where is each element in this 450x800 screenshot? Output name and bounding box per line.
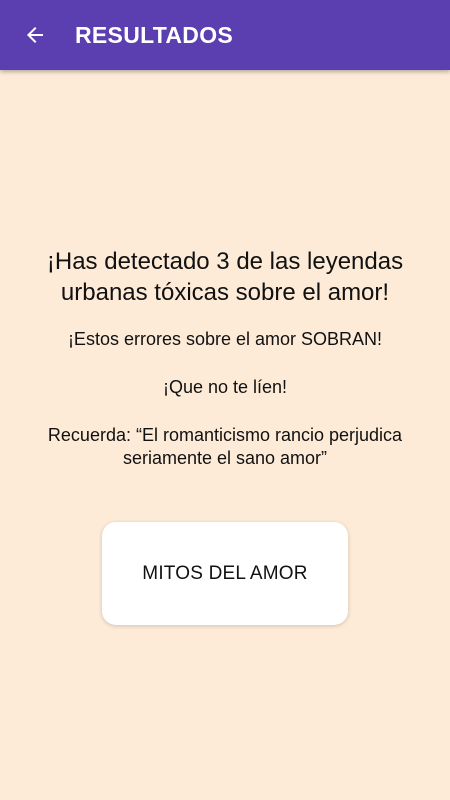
arrow-left-icon [27,27,43,43]
message-line-1: ¡Estos errores sobre el amor SOBRAN! [67,329,383,349]
back-button[interactable] [17,17,53,53]
app-bar: RESULTADOS [0,0,450,70]
results-content: ¡Has detectado 3 de las leyendas urbanas… [0,246,450,470]
mitos-del-amor-button[interactable]: MITOS DEL AMOR [102,522,348,625]
results-headline: ¡Has detectado 3 de las leyendas urbanas… [46,248,404,306]
message-line-2: ¡Que no te líen! [162,377,288,397]
quote-text: Recuerda: “El romanticismo rancio perjud… [47,425,403,468]
page-title: RESULTADOS [75,21,234,48]
